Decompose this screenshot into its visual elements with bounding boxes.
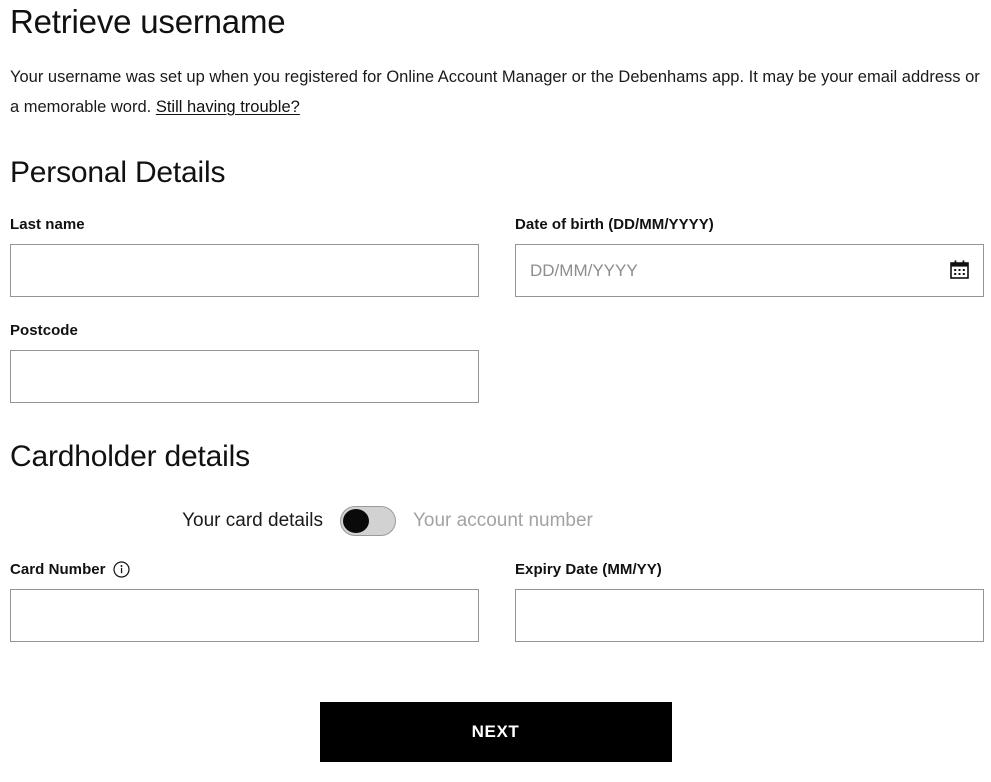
toggle-label-card-details[interactable]: Your card details: [182, 509, 323, 533]
personal-details-row-1: Last name Date of birth (DD/MM/YYYY): [10, 191, 984, 297]
calendar-icon: [949, 259, 970, 283]
date-of-birth-input[interactable]: [515, 244, 984, 297]
toggle-knob: [342, 509, 369, 533]
still-having-trouble-link[interactable]: Still having trouble?: [156, 98, 300, 116]
info-icon[interactable]: [112, 561, 130, 578]
intro-paragraph: Your username was set up when you regist…: [10, 42, 981, 122]
page-title: Retrieve username: [10, 3, 286, 40]
calendar-picker-button[interactable]: [947, 259, 971, 283]
expiry-date-input-wrap: [515, 589, 984, 642]
card-number-label-text: Card Number: [10, 561, 106, 578]
toggle-label-account-number[interactable]: Your account number: [413, 509, 593, 533]
submit-row: NEXT: [10, 642, 981, 762]
expiry-date-label: Expiry Date (MM/YY): [515, 560, 984, 579]
next-button[interactable]: NEXT: [319, 702, 672, 762]
personal-details-heading: Personal Details: [10, 156, 226, 189]
last-name-input-wrap: [10, 244, 479, 297]
card-number-field-group: Card Number: [10, 560, 479, 642]
date-of-birth-label-text: Date of birth (DD/MM/YYYY): [515, 216, 714, 233]
postcode-label: Postcode: [10, 321, 479, 340]
date-of-birth-label: Date of birth (DD/MM/YYYY): [515, 215, 984, 234]
postcode-field-group: Postcode: [10, 321, 479, 403]
card-account-toggle-switch[interactable]: [339, 506, 396, 536]
expiry-date-field-group: Expiry Date (MM/YY): [515, 560, 984, 642]
postcode-input-wrap: [10, 350, 479, 403]
card-number-label: Card Number: [10, 560, 479, 579]
card-or-account-toggle-row: Your card details Your account number: [10, 475, 981, 536]
date-of-birth-field-group: Date of birth (DD/MM/YYYY): [515, 215, 984, 297]
date-of-birth-input-wrap: [515, 244, 984, 297]
last-name-field-group: Last name: [10, 215, 479, 297]
expiry-date-input[interactable]: [515, 589, 984, 642]
postcode-input[interactable]: [10, 350, 479, 403]
retrieve-username-page: Retrieve username Your username was set …: [0, 0, 991, 782]
personal-details-row-2: Postcode: [10, 297, 981, 403]
card-number-input-wrap: [10, 589, 479, 642]
cardholder-details-row-1: Card Number Expiry Date (MM/YY): [10, 536, 984, 642]
last-name-label-text: Last name: [10, 216, 85, 233]
postcode-label-text: Postcode: [10, 322, 78, 339]
last-name-input[interactable]: [10, 244, 479, 297]
last-name-label: Last name: [10, 215, 479, 234]
card-number-input[interactable]: [10, 589, 479, 642]
expiry-date-label-text: Expiry Date (MM/YY): [515, 561, 662, 578]
cardholder-details-heading: Cardholder details: [10, 440, 250, 473]
